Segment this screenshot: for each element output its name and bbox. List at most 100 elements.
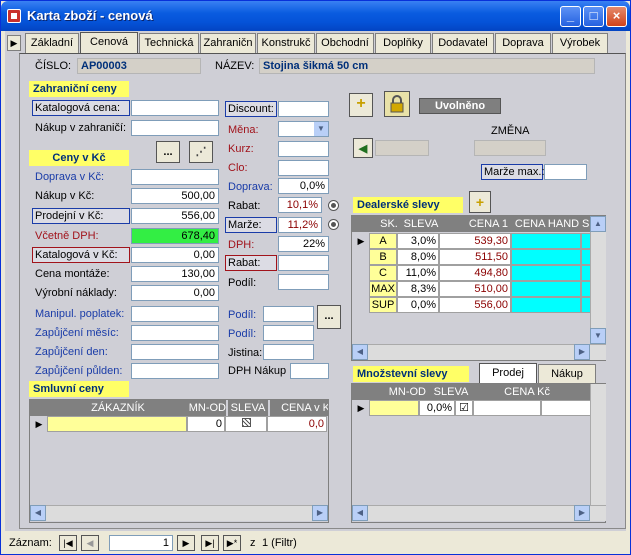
tab-obchodni[interactable]: Obchodní — [316, 33, 374, 53]
mnozstevni-ce[interactable] — [541, 400, 591, 416]
rabat2-field[interactable] — [278, 255, 329, 271]
dealer-sleva[interactable]: 11,0% — [397, 265, 439, 281]
kurz-field[interactable] — [278, 141, 329, 157]
vyrobni-naklady-field[interactable]: 0,00 — [131, 285, 219, 301]
scroll-up-icon[interactable]: ▲ — [590, 216, 606, 232]
smluvni-zakaznik[interactable] — [47, 416, 187, 432]
dealer-vscrollbar[interactable] — [590, 216, 606, 344]
tab-dodavatel[interactable]: Dodavatel — [432, 33, 494, 53]
tab-doprava[interactable]: Doprava — [495, 33, 551, 53]
tab-zakladni[interactable]: Základní — [25, 33, 79, 53]
cislo-field[interactable]: AP00003 — [77, 58, 201, 74]
katalogova-cena-field[interactable] — [131, 100, 219, 116]
checkbox-icon[interactable] — [241, 418, 251, 427]
marze-field[interactable]: 11,2% — [278, 217, 322, 233]
record-number-field[interactable]: 1 — [109, 535, 173, 551]
mnozstevni-sleva[interactable]: 0,0% — [419, 400, 455, 416]
mnozstevni-mnod[interactable] — [369, 400, 419, 416]
rabat-field[interactable]: 10,1% — [278, 197, 322, 213]
scroll-right-icon[interactable]: ▶ — [312, 505, 328, 521]
dealer-cena-hand[interactable] — [511, 297, 581, 313]
scroll-left-icon[interactable]: ◀ — [30, 505, 46, 521]
first-record-icon[interactable]: |◀ — [59, 535, 77, 551]
scroll-right-icon[interactable]: ▶ — [574, 344, 590, 360]
cena-montaze-field[interactable]: 130,00 — [131, 266, 219, 282]
marze-max-field[interactable] — [544, 164, 587, 180]
dealer-sk[interactable]: C — [369, 265, 397, 281]
dealer-sleva[interactable]: 3,0% — [397, 233, 439, 249]
marze-radio[interactable] — [328, 219, 339, 230]
zapujceni-mesic-field[interactable] — [131, 325, 219, 341]
lock-icon[interactable] — [384, 91, 410, 117]
tab-technicka[interactable]: Technická — [139, 33, 199, 53]
podil-field[interactable] — [278, 274, 329, 290]
zapujceni-pulden-field[interactable] — [131, 363, 219, 379]
dph-field[interactable]: 22% — [278, 236, 329, 252]
dealer-cena1[interactable]: 539,30 — [439, 233, 511, 249]
tab-nakup[interactable]: Nákup — [538, 364, 596, 384]
prev-record-icon[interactable]: ◀ — [81, 535, 99, 551]
doprava-pct-field[interactable]: 0,0% — [278, 178, 329, 194]
jistina-field[interactable] — [263, 344, 314, 360]
smluvni-mnod[interactable]: 0 — [187, 416, 225, 432]
manipul-poplatek-field[interactable] — [131, 306, 219, 322]
zmena-left-field[interactable] — [375, 140, 429, 156]
arrow-left-icon[interactable]: ◀ — [353, 138, 373, 158]
dealer-hscrollbar[interactable] — [352, 344, 606, 360]
tab-konstrukcni[interactable]: Konstrukč — [257, 33, 315, 53]
tab-cenova[interactable]: Cenová — [80, 32, 138, 54]
zmena-right-field[interactable] — [474, 140, 546, 156]
add-dealer-icon[interactable]: + — [469, 191, 491, 213]
dealer-sk[interactable]: MAX — [369, 281, 397, 297]
doprava-kc-field[interactable] — [131, 169, 219, 185]
dealer-cena1[interactable]: 510,00 — [439, 281, 511, 297]
chevron-down-icon[interactable]: ▼ — [314, 122, 328, 136]
clo-field[interactable] — [278, 160, 329, 176]
rabat-radio[interactable] — [328, 200, 339, 211]
dealer-cena-hand[interactable] — [511, 233, 581, 249]
katalogova-kc-field[interactable]: 0,00 — [131, 247, 219, 263]
close-button[interactable]: × — [606, 6, 627, 27]
scroll-left-icon[interactable]: ◀ — [352, 344, 368, 360]
last-record-icon[interactable]: ▶| — [201, 535, 219, 551]
tab-doplnky[interactable]: Doplňky — [375, 33, 431, 53]
tab-zahranicni[interactable]: Zahraničn — [200, 33, 256, 53]
calculate-icon[interactable]: ⋰ — [189, 141, 213, 163]
discount-field[interactable] — [278, 101, 329, 117]
dealer-cena1[interactable]: 511,50 — [439, 249, 511, 265]
dealer-sleva[interactable]: 8,0% — [397, 249, 439, 265]
dealer-sk[interactable]: SUP — [369, 297, 397, 313]
mnozstevni-cena[interactable] — [473, 400, 541, 416]
dealer-cena1[interactable]: 556,00 — [439, 297, 511, 313]
tab-vyrobek[interactable]: Výrobek — [552, 33, 608, 53]
tab-prodej[interactable]: Prodej — [479, 363, 537, 385]
podil2-field[interactable] — [263, 306, 314, 322]
more-button[interactable]: ... — [156, 141, 180, 163]
minimize-button[interactable]: _ — [560, 6, 581, 27]
prodejni-kc-field[interactable]: 556,00 — [131, 208, 219, 224]
scroll-left-icon[interactable]: ◀ — [352, 505, 368, 521]
new-record-icon[interactable]: ▶* — [223, 535, 241, 551]
mnozstevni-hscrollbar[interactable] — [352, 505, 606, 521]
dealer-cena-hand[interactable] — [511, 281, 581, 297]
mena-select[interactable]: ▼ — [278, 121, 329, 137]
podil3-field[interactable] — [263, 325, 314, 341]
scroll-down-icon[interactable]: ▼ — [590, 328, 606, 344]
dealer-cena-hand[interactable] — [511, 249, 581, 265]
nazev-field[interactable]: Stojina šikmá 50 cm — [259, 58, 595, 74]
smluvni-cena[interactable]: 0,0 — [267, 416, 327, 432]
dealer-sleva[interactable]: 0,0% — [397, 297, 439, 313]
smluvni-hscrollbar[interactable] — [30, 505, 328, 521]
scroll-right-icon[interactable]: ▶ — [574, 505, 590, 521]
dealer-sleva[interactable]: 8,3% — [397, 281, 439, 297]
dph-nakup-field[interactable] — [290, 363, 329, 379]
nakup-zahranici-field[interactable] — [131, 120, 219, 136]
checkbox-checked-icon[interactable]: ☑ — [459, 402, 469, 414]
zapujceni-den-field[interactable] — [131, 344, 219, 360]
dealer-sk[interactable]: B — [369, 249, 397, 265]
add-icon[interactable]: + — [349, 93, 373, 117]
dealer-sk[interactable]: A — [369, 233, 397, 249]
nakup-kc-field[interactable]: 500,00 — [131, 188, 219, 204]
dealer-cena-hand[interactable] — [511, 265, 581, 281]
vcetne-dph-field[interactable]: 678,40 — [131, 228, 219, 244]
